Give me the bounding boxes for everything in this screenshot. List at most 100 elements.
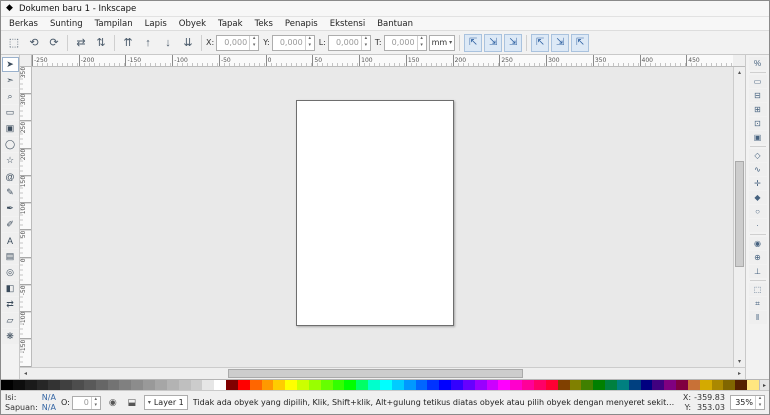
color-swatch[interactable] <box>368 380 380 390</box>
color-swatch[interactable] <box>676 380 688 390</box>
color-swatch[interactable] <box>131 380 144 390</box>
unit-selector[interactable]: mm ▾ <box>428 34 456 51</box>
flip-horizontal-button[interactable]: ⇄ <box>72 34 90 52</box>
color-swatch[interactable] <box>451 380 463 390</box>
color-swatch[interactable] <box>498 380 511 390</box>
spinner-arrows-icon[interactable]: ▴ ▾ <box>755 396 764 409</box>
lower-button[interactable]: ↓ <box>159 34 177 52</box>
snap-bbox-corners-button[interactable]: ⊞ <box>748 103 767 116</box>
tweak-tool[interactable]: ❋ <box>1 329 19 344</box>
field-spinner[interactable]: 0,000 ▴ ▾ <box>216 34 260 51</box>
eraser-tool[interactable]: ▱ <box>1 313 19 328</box>
snap-guides-button[interactable]: ‖ <box>748 311 767 324</box>
color-swatch[interactable] <box>510 380 523 390</box>
horizontal-scroll-track[interactable] <box>31 368 734 379</box>
transform-pattern-toggle[interactable]: ⇱ <box>531 33 550 52</box>
menu-item-sunting[interactable]: Sunting <box>44 18 89 30</box>
color-swatch[interactable] <box>581 380 594 390</box>
menu-item-tapak[interactable]: Tapak <box>212 18 249 30</box>
transform-gradient-toggle[interactable]: ⇲ <box>504 33 523 52</box>
spiral-tool[interactable]: @ <box>1 169 19 184</box>
snap-object-centers-button[interactable]: ◉ <box>748 237 767 250</box>
color-swatch[interactable] <box>522 380 534 390</box>
connector-tool[interactable]: ⇄ <box>1 297 19 312</box>
snap-text-baseline-button[interactable]: ⊥ <box>748 265 767 278</box>
color-swatch[interactable] <box>273 380 286 390</box>
color-swatch[interactable] <box>1 380 13 390</box>
color-swatch[interactable] <box>178 380 191 390</box>
color-swatch[interactable] <box>285 380 298 390</box>
canvas[interactable] <box>32 67 733 367</box>
color-swatch[interactable] <box>202 380 215 390</box>
menu-item-bantuan[interactable]: Bantuan <box>371 18 419 30</box>
color-swatch[interactable] <box>545 380 558 390</box>
color-swatch[interactable] <box>249 380 262 390</box>
menu-item-berkas[interactable]: Berkas <box>3 18 44 30</box>
box-3d-tool[interactable]: ▣ <box>1 121 19 136</box>
color-swatch[interactable] <box>640 380 653 390</box>
color-swatch[interactable] <box>628 380 641 390</box>
rotate-90-cw-button[interactable]: ⟳ <box>45 34 63 52</box>
move-as-group-toggle[interactable]: ⇲ <box>551 33 570 52</box>
color-swatch[interactable] <box>356 380 369 390</box>
color-swatch[interactable] <box>616 380 629 390</box>
color-swatch[interactable] <box>687 380 700 390</box>
snap-path-intersections-button[interactable]: ✛ <box>748 177 767 190</box>
snap-nodes-button[interactable]: ◇ <box>748 149 767 162</box>
color-swatch[interactable] <box>593 380 606 390</box>
field-spinner[interactable]: 0,000 ▴ ▾ <box>327 34 371 51</box>
snap-bbox-centers-button[interactable]: ▣ <box>748 131 767 144</box>
node-tool[interactable]: ➣ <box>1 73 19 88</box>
ellipse-tool[interactable]: ◯ <box>1 137 19 152</box>
dropper-tool[interactable]: ◎ <box>1 265 19 280</box>
opacity-spinner[interactable]: 0 ▴ ▾ <box>71 395 101 410</box>
spin-down-icon[interactable]: ▾ <box>250 42 258 50</box>
scroll-right-icon[interactable]: ▸ <box>734 368 745 379</box>
selector-tool[interactable]: ➤ <box>1 57 19 72</box>
snap-midpoints-button[interactable]: · <box>748 219 767 232</box>
select-all-button[interactable]: ⬚ <box>5 34 23 52</box>
color-swatch[interactable] <box>747 380 759 390</box>
color-swatch[interactable] <box>652 380 665 390</box>
color-swatch[interactable] <box>427 380 440 390</box>
menu-item-obyek[interactable]: Obyek <box>173 18 212 30</box>
color-swatch[interactable] <box>380 380 392 390</box>
bounding-box-toggle[interactable]: ⇱ <box>571 33 590 52</box>
document-page[interactable] <box>296 100 454 326</box>
zoom-control[interactable]: 35% ▴ ▾ <box>730 395 765 410</box>
snap-rotation-centers-button[interactable]: ⊕ <box>748 251 767 264</box>
snap-cusp-nodes-button[interactable]: ◆ <box>748 191 767 204</box>
fill-tool[interactable]: ◧ <box>1 281 19 296</box>
color-swatch[interactable] <box>439 380 452 390</box>
color-swatch[interactable] <box>36 380 49 390</box>
scroll-up-icon[interactable]: ▴ <box>734 67 745 78</box>
spinner-arrows-icon[interactable]: ▴ ▾ <box>304 35 314 50</box>
flip-vertical-button[interactable]: ⇅ <box>92 34 110 52</box>
layer-visibility-eye-icon[interactable]: ◉ <box>106 396 120 410</box>
color-swatch[interactable] <box>569 380 582 390</box>
rotate-90-ccw-button[interactable]: ⟲ <box>25 34 43 52</box>
color-swatch[interactable] <box>24 380 37 390</box>
color-swatch[interactable] <box>72 380 84 390</box>
snap-paths-button[interactable]: ∿ <box>748 163 767 176</box>
field-spinner[interactable]: 0,000 ▴ ▾ <box>271 34 315 51</box>
color-swatch[interactable] <box>48 380 61 390</box>
color-swatch[interactable] <box>723 380 736 390</box>
color-swatch[interactable] <box>154 380 167 390</box>
color-swatch[interactable] <box>60 380 73 390</box>
color-swatch[interactable] <box>214 380 227 390</box>
snap-bbox-button[interactable]: ▭ <box>748 75 767 88</box>
color-swatch[interactable] <box>415 380 428 390</box>
color-swatch[interactable] <box>12 380 25 390</box>
color-swatch[interactable] <box>664 380 677 390</box>
color-swatch[interactable] <box>320 380 333 390</box>
snap-page-border-button[interactable]: ⬚ <box>748 283 767 296</box>
color-swatch[interactable] <box>605 380 617 390</box>
color-swatch[interactable] <box>143 380 155 390</box>
zoom-tool[interactable]: ⌕ <box>1 89 19 104</box>
color-swatch[interactable] <box>166 380 179 390</box>
rectangle-tool[interactable]: ▭ <box>1 105 19 120</box>
color-swatch[interactable] <box>403 380 416 390</box>
horizontal-scrollbar[interactable]: ◂ ▸ <box>20 367 745 379</box>
scroll-left-icon[interactable]: ◂ <box>20 368 31 379</box>
